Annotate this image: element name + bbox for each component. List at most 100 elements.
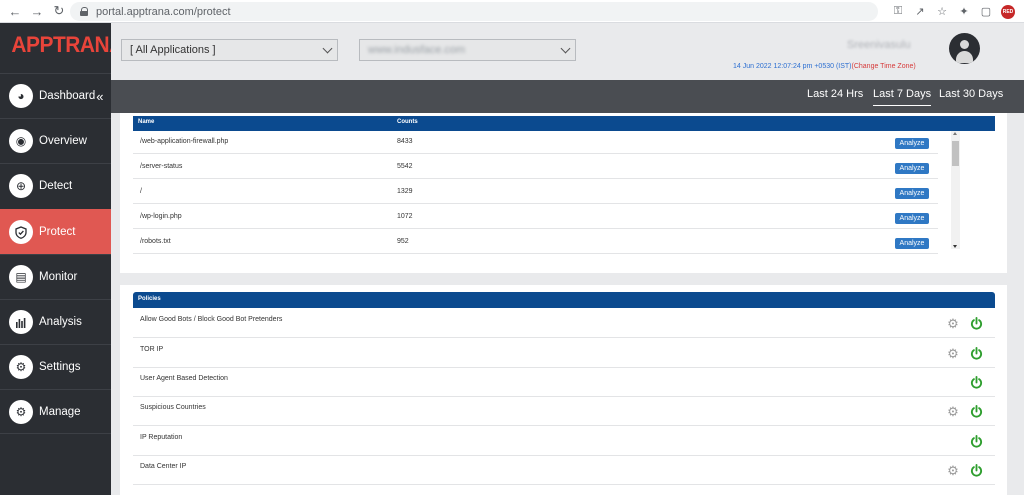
analyze-button[interactable]: Analyze [895, 238, 929, 249]
analyze-button[interactable]: Analyze [895, 188, 929, 199]
url-count: 8433 [397, 138, 413, 145]
sidebar-item-label: Monitor [39, 271, 78, 283]
main-content: Name Counts /web-application-firewall.ph… [111, 113, 1024, 495]
table-scrollbar[interactable] [951, 131, 960, 249]
policy-label: User Agent Based Detection [140, 375, 228, 382]
policy-label: IP Reputation [140, 434, 183, 441]
url-name: /web-application-firewall.php [140, 138, 229, 145]
table-row: /web-application-firewall.php 8433 Analy… [133, 129, 938, 154]
range-last-7-days[interactable]: Last 7 Days [873, 88, 932, 106]
policy-label: Data Center IP [140, 463, 187, 470]
policies-header: Policies [133, 292, 995, 308]
back-arrow-icon[interactable]: ← [4, 0, 26, 23]
url-name: / [140, 188, 142, 195]
analyze-button[interactable]: Analyze [895, 213, 929, 224]
policy-label: TOR IP [140, 346, 164, 353]
scroll-down-icon[interactable] [953, 245, 957, 248]
sidebar-item-label: Analysis [39, 316, 82, 328]
sidebar-item-protect[interactable]: Protect [0, 209, 111, 254]
user-avatar[interactable] [949, 33, 980, 64]
forward-arrow-icon[interactable]: → [26, 0, 48, 23]
policy-row: IP Reputation [133, 426, 995, 456]
url-count: 952 [397, 238, 409, 245]
sidebar-item-dashboard[interactable]: ◕ Dashboard « [0, 73, 111, 118]
extensions-icon[interactable]: ✦ [956, 4, 972, 20]
monitor-icon: ▤ [9, 265, 33, 289]
sidebar-item-label: Manage [39, 405, 81, 418]
apptrana-logo[interactable]: APP TRANA [0, 23, 124, 67]
url-counts-panel: Name Counts /web-application-firewall.ph… [120, 113, 1007, 273]
collapse-chevron-icon[interactable]: « [96, 89, 103, 104]
sidebar-item-label: Overview [39, 135, 87, 147]
power-icon[interactable] [970, 405, 983, 418]
policy-label: Allow Good Bots / Block Good Bot Pretend… [140, 316, 283, 323]
policy-row: User Agent Based Detection [133, 367, 995, 397]
address-bar[interactable]: portal.apptrana.com/protect [70, 2, 878, 21]
side-panel-icon[interactable]: ▢ [978, 4, 994, 20]
gear-icon[interactable]: ⚙ [947, 405, 959, 418]
star-icon[interactable]: ☆ [934, 4, 950, 20]
scroll-up-icon[interactable] [953, 132, 957, 135]
reload-icon[interactable]: ↻ [48, 0, 70, 23]
table-row: /server-status 5542 Analyze [133, 154, 938, 179]
sidebar-item-label: Protect [39, 226, 76, 238]
browser-toolbar: ← → ↻ portal.apptrana.com/protect ⚿ ↗ ☆ … [0, 0, 1024, 23]
range-last-30-days[interactable]: Last 30 Days [939, 88, 1003, 105]
sidebar-item-settings[interactable]: ⚙ Settings [0, 344, 111, 389]
chevron-down-icon [322, 43, 333, 54]
key-icon[interactable]: ⚿ [890, 4, 906, 20]
sidebar-item-monitor[interactable]: ▤ Monitor [0, 254, 111, 299]
analyze-button[interactable]: Analyze [895, 138, 929, 149]
url-name: /server-status [140, 163, 183, 170]
url-name: /robots.txt [140, 238, 171, 245]
power-icon[interactable] [970, 317, 983, 330]
url-name: /wp-login.php [140, 213, 182, 220]
lock-icon [80, 7, 88, 16]
table-row: /robots.txt 952 Analyze [133, 229, 938, 254]
gear-icon[interactable]: ⚙ [947, 464, 959, 477]
sidebar-item-label: Detect [39, 180, 73, 192]
policies-panel: Policies Allow Good Bots / Block Good Bo… [120, 285, 1007, 495]
power-icon[interactable] [970, 347, 983, 360]
policies-title: Policies [138, 296, 161, 302]
policy-row: TOR IP ⚙ [133, 338, 995, 368]
gear-icon[interactable]: ⚙ [947, 317, 959, 330]
sidebar-item-analysis[interactable]: Analysis [0, 299, 111, 344]
scroll-thumb[interactable] [952, 141, 959, 166]
change-timezone-link[interactable]: (Change Time Zone) [852, 63, 916, 70]
url-count: 5542 [397, 163, 413, 170]
settings-icon: ⚙ [9, 355, 33, 379]
power-icon[interactable] [970, 464, 983, 477]
power-icon[interactable] [970, 376, 983, 389]
analyze-button[interactable]: Analyze [895, 163, 929, 174]
sidebar-item-overview[interactable]: ◉ Overview [0, 118, 111, 163]
url-text: portal.apptrana.com/protect [96, 5, 231, 18]
policy-row: Suspicious Countries ⚙ [133, 396, 995, 426]
sidebar-item-label: Settings [39, 361, 81, 373]
chevron-down-icon [560, 43, 571, 54]
sidebar: APP TRANA ◕ Dashboard « ◉ Overview ⊕ Dete… [0, 23, 124, 495]
share-icon[interactable]: ↗ [912, 4, 928, 20]
manage-icon: ⚙ [9, 399, 33, 424]
sidebar-item-manage[interactable]: ⚙ Manage [0, 389, 111, 434]
detect-icon: ⊕ [9, 174, 33, 198]
top-header: [ All Applications ] www.indusface.com S… [111, 23, 1024, 80]
sidebar-item-label: Dashboard [39, 90, 96, 102]
column-header-counts: Counts [397, 119, 418, 125]
site-select[interactable]: www.indusface.com [359, 39, 576, 61]
analysis-icon [9, 310, 33, 334]
table-row: / 1329 Analyze [133, 179, 938, 204]
range-last-24-hrs[interactable]: Last 24 Hrs [807, 88, 863, 105]
gear-icon[interactable]: ⚙ [947, 347, 959, 360]
url-count: 1072 [397, 213, 413, 220]
power-icon[interactable] [970, 435, 983, 448]
policy-row: Data Center IP ⚙ [133, 455, 995, 485]
policy-label: Suspicious Countries [140, 404, 206, 411]
application-select[interactable]: [ All Applications ] [121, 39, 338, 61]
username: Sreenivasulu [847, 39, 911, 51]
shield-icon [9, 220, 33, 244]
extension-badge-icon[interactable]: RED [1000, 4, 1016, 20]
policy-row: Allow Good Bots / Block Good Bot Pretend… [133, 308, 995, 338]
overview-icon: ◉ [9, 129, 33, 153]
sidebar-item-detect[interactable]: ⊕ Detect [0, 163, 111, 208]
